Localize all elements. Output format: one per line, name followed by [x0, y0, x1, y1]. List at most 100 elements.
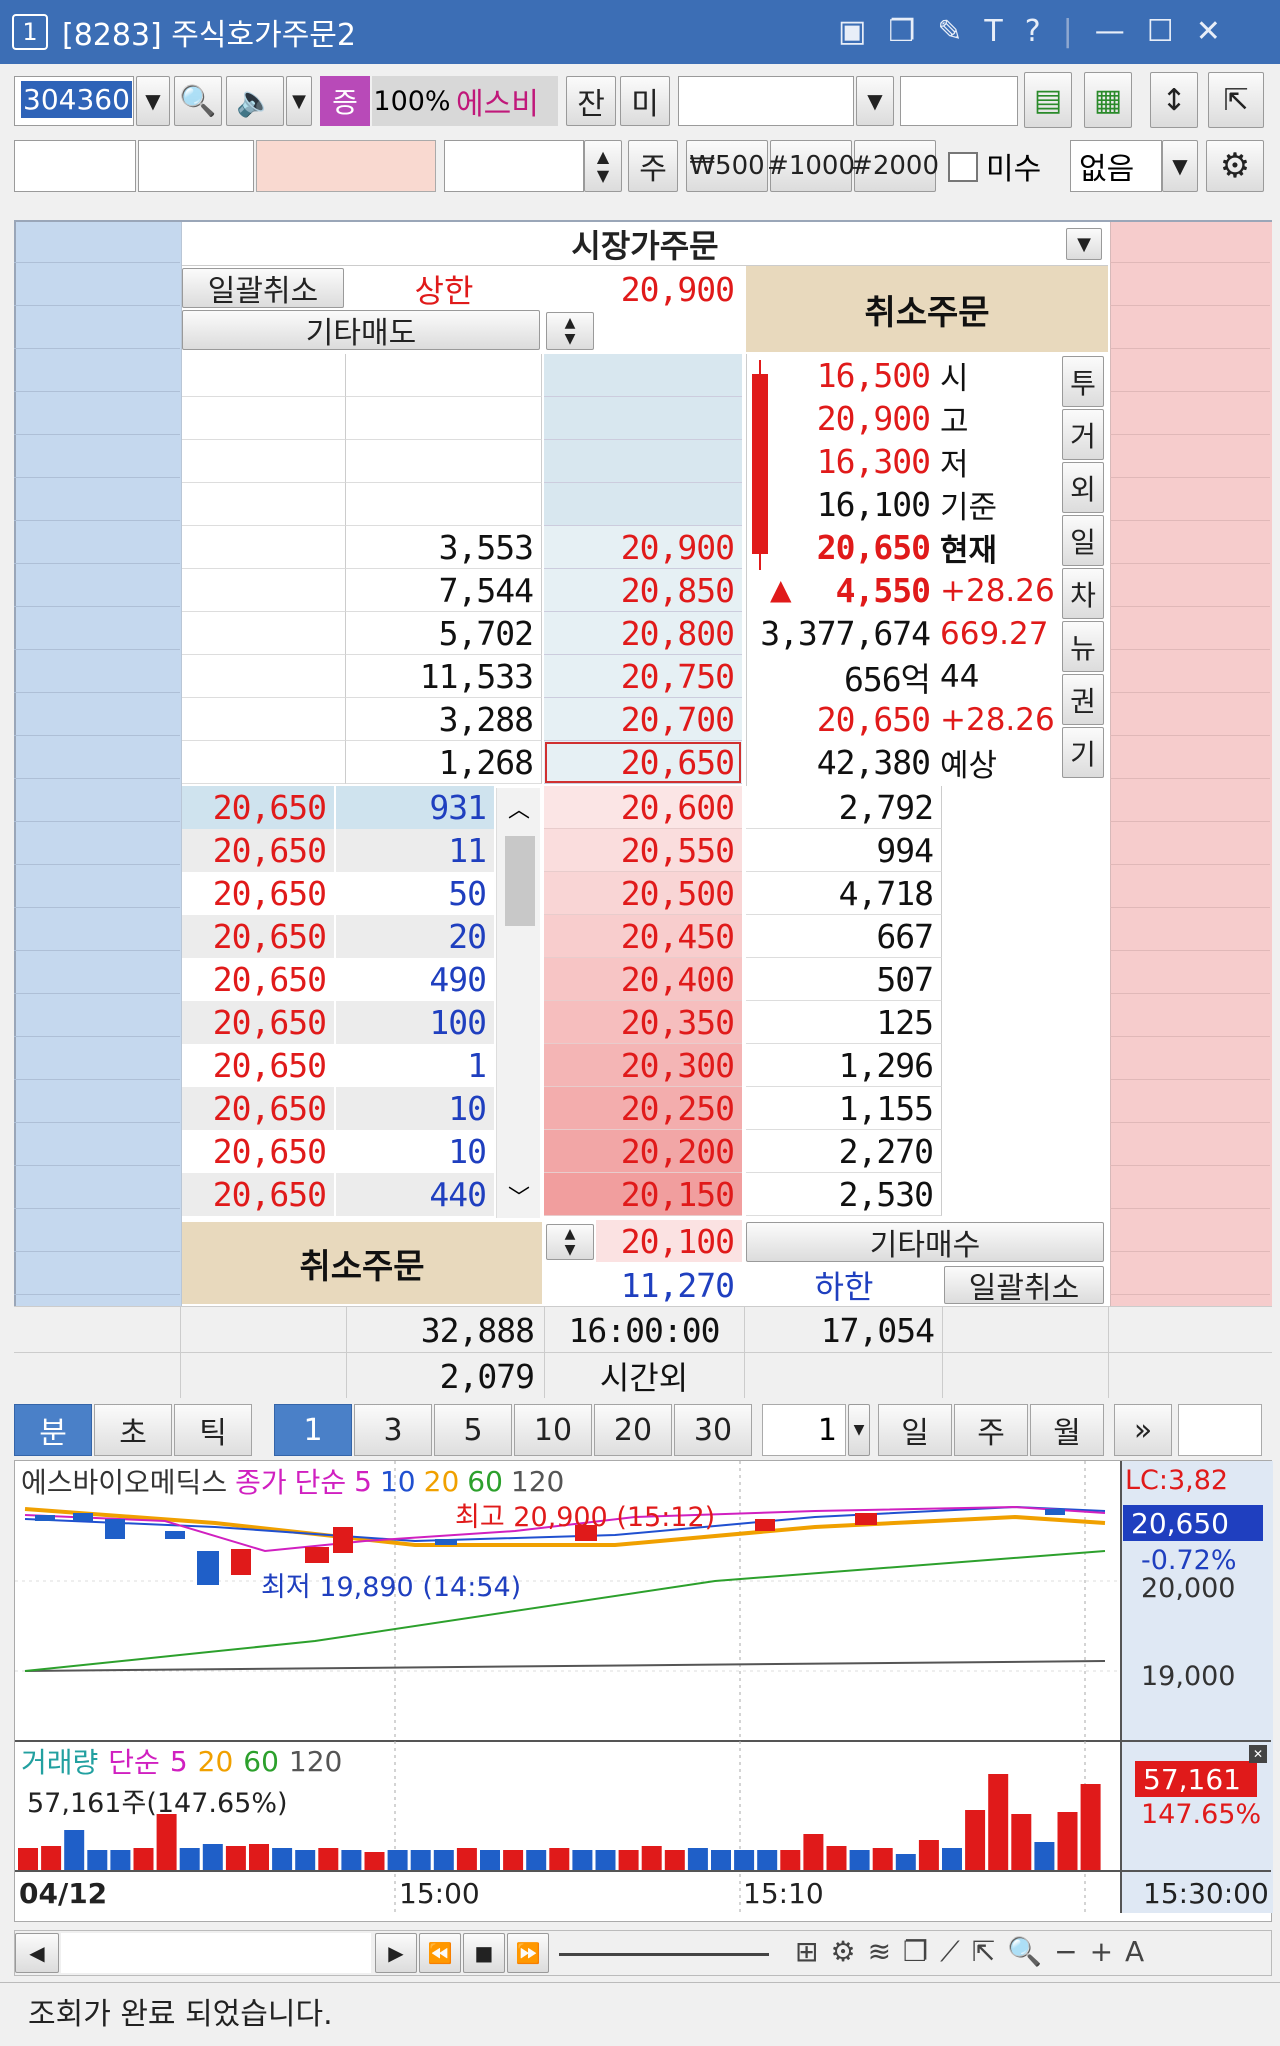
- ask-qty[interactable]: 3,553: [346, 526, 542, 569]
- crosshair-icon[interactable]: ⊞: [795, 1935, 818, 1969]
- overlay-icon[interactable]: ❐: [903, 1935, 928, 1969]
- interval-tab-5[interactable]: 30: [674, 1404, 752, 1456]
- stop-icon[interactable]: ■: [463, 1933, 505, 1973]
- bid-price[interactable]: 20,150: [544, 1173, 742, 1216]
- ask-qty[interactable]: 5,702: [346, 612, 542, 655]
- compare-icon[interactable]: ≋: [868, 1935, 891, 1969]
- trend-icon[interactable]: ⟋: [940, 1935, 960, 1969]
- ask-qty[interactable]: 1,268: [346, 741, 542, 784]
- bid-price[interactable]: 20,300: [544, 1044, 742, 1087]
- scroll-up-icon[interactable]: ︿: [497, 788, 541, 828]
- bid-price[interactable]: 20,200: [544, 1130, 742, 1173]
- order-amount-field[interactable]: [256, 140, 436, 192]
- maximize-icon[interactable]: ☐: [1147, 14, 1174, 49]
- ask-empty-cell[interactable]: [182, 483, 346, 526]
- scroll-down-icon[interactable]: ﹀: [497, 1176, 541, 1216]
- bid-qty[interactable]: 2,792: [746, 786, 942, 829]
- side-tab-0[interactable]: 투: [1062, 356, 1104, 407]
- other-buy-button[interactable]: 기타매수: [746, 1222, 1104, 1263]
- ask-empty-cell[interactable]: [182, 741, 346, 784]
- cursor-icon[interactable]: ⇱: [972, 1935, 995, 1969]
- side-tab-5[interactable]: 뉴: [1062, 621, 1104, 672]
- copy-window-icon[interactable]: ❐: [888, 14, 915, 49]
- side-tab-2[interactable]: 외: [1062, 462, 1104, 513]
- scroll-thumb[interactable]: [505, 836, 535, 926]
- qty-1000-button[interactable]: #1000: [767, 140, 855, 192]
- settings-icon[interactable]: ✎: [937, 14, 962, 49]
- ask-price[interactable]: 20,800: [544, 612, 742, 655]
- bulk-cancel-top-button[interactable]: 일괄취소: [182, 268, 344, 309]
- period-tab-2[interactable]: 월: [1030, 1404, 1104, 1456]
- ask-qty[interactable]: 7,544: [346, 569, 542, 612]
- cancel-order-top-button[interactable]: 취소주문: [746, 266, 1108, 352]
- bid-price[interactable]: 20,350: [544, 1001, 742, 1044]
- bid-price-last[interactable]: 20,100: [596, 1220, 742, 1262]
- account-dropdown[interactable]: ▼: [856, 76, 894, 126]
- ask-qty[interactable]: 11,533: [346, 655, 542, 698]
- side-tab-4[interactable]: 차: [1062, 568, 1104, 619]
- account-select[interactable]: [678, 76, 854, 126]
- ask-empty-cell[interactable]: [182, 612, 346, 655]
- more-icon[interactable]: »: [1114, 1404, 1172, 1456]
- ask-price[interactable]: 20,850: [544, 569, 742, 612]
- qty-2000-button[interactable]: #2000: [851, 140, 939, 192]
- interval-tab-0[interactable]: 1: [274, 1404, 352, 1456]
- indicator-icon[interactable]: ⚙: [830, 1935, 855, 1969]
- bid-qty[interactable]: 507: [746, 958, 942, 1001]
- ask-qty[interactable]: [346, 483, 542, 526]
- period-tab-0[interactable]: 일: [878, 1404, 952, 1456]
- scroll-left-icon[interactable]: ◀: [15, 1933, 59, 1973]
- ask-qty[interactable]: [346, 397, 542, 440]
- count-input[interactable]: 1: [762, 1404, 846, 1456]
- qty-unit-button[interactable]: 주: [628, 140, 678, 192]
- bid-qty[interactable]: 994: [746, 829, 942, 872]
- ask-price[interactable]: 20,650: [544, 741, 742, 784]
- ask-price[interactable]: [544, 397, 742, 440]
- unit-tab-1[interactable]: 초: [94, 1404, 172, 1456]
- bid-price[interactable]: 20,450: [544, 915, 742, 958]
- bid-qty[interactable]: 2,270: [746, 1130, 942, 1173]
- chart-scrollbar[interactable]: [61, 1933, 371, 1973]
- interval-tab-4[interactable]: 20: [594, 1404, 672, 1456]
- unfilled-button[interactable]: 미: [620, 76, 670, 126]
- bid-price[interactable]: 20,550: [544, 829, 742, 872]
- balance-button[interactable]: 잔: [566, 76, 616, 126]
- zoom-out-icon[interactable]: −: [1054, 1935, 1077, 1969]
- bid-qty[interactable]: 4,718: [746, 872, 942, 915]
- ask-empty-cell[interactable]: [182, 397, 346, 440]
- font-icon[interactable]: T: [984, 14, 1002, 49]
- bulk-cancel-bottom-button[interactable]: 일괄취소: [944, 1266, 1104, 1306]
- bid-price[interactable]: 20,400: [544, 958, 742, 1001]
- order-type-field[interactable]: [14, 140, 136, 192]
- bid-qty[interactable]: 667: [746, 915, 942, 958]
- ask-empty-cell[interactable]: [182, 440, 346, 483]
- interval-tab-1[interactable]: 3: [354, 1404, 432, 1456]
- ask-empty-cell[interactable]: [182, 354, 346, 397]
- ask-price[interactable]: [544, 440, 742, 483]
- minimize-icon[interactable]: —: [1095, 14, 1125, 49]
- popout-icon[interactable]: ⇱: [1208, 72, 1264, 128]
- interval-tab-3[interactable]: 10: [514, 1404, 592, 1456]
- layout-icon[interactable]: ▤: [1024, 72, 1072, 128]
- ask-empty-cell[interactable]: [182, 655, 346, 698]
- gear-icon[interactable]: ⚙: [1206, 140, 1264, 192]
- ask-price[interactable]: 20,900: [544, 526, 742, 569]
- quantity-input[interactable]: [444, 140, 584, 192]
- misu-checkbox[interactable]: [948, 152, 978, 182]
- bid-qty[interactable]: 125: [746, 1001, 942, 1044]
- quantity-stepper[interactable]: ▲ ▼: [584, 140, 622, 192]
- side-tab-3[interactable]: 일: [1062, 515, 1104, 566]
- count-dropdown[interactable]: ▼: [848, 1404, 870, 1456]
- order-price-field[interactable]: [138, 140, 254, 192]
- side-tab-1[interactable]: 거: [1062, 409, 1104, 460]
- zoom-in-icon[interactable]: +: [1090, 1935, 1113, 1969]
- screen-link-icon[interactable]: ▣: [838, 14, 866, 49]
- ask-empty-cell[interactable]: [182, 698, 346, 741]
- market-order-header[interactable]: 시장가주문: [182, 222, 1108, 266]
- side-tab-7[interactable]: 기: [1062, 727, 1104, 778]
- bid-price[interactable]: 20,250: [544, 1087, 742, 1130]
- rewind-icon[interactable]: ⏪: [419, 1933, 461, 1973]
- other-sell-button[interactable]: 기타매도: [182, 310, 540, 351]
- fills-scrollbar[interactable]: ︿ ﹀: [496, 788, 540, 1218]
- price-updown-stepper[interactable]: ▲ ▼: [546, 312, 594, 350]
